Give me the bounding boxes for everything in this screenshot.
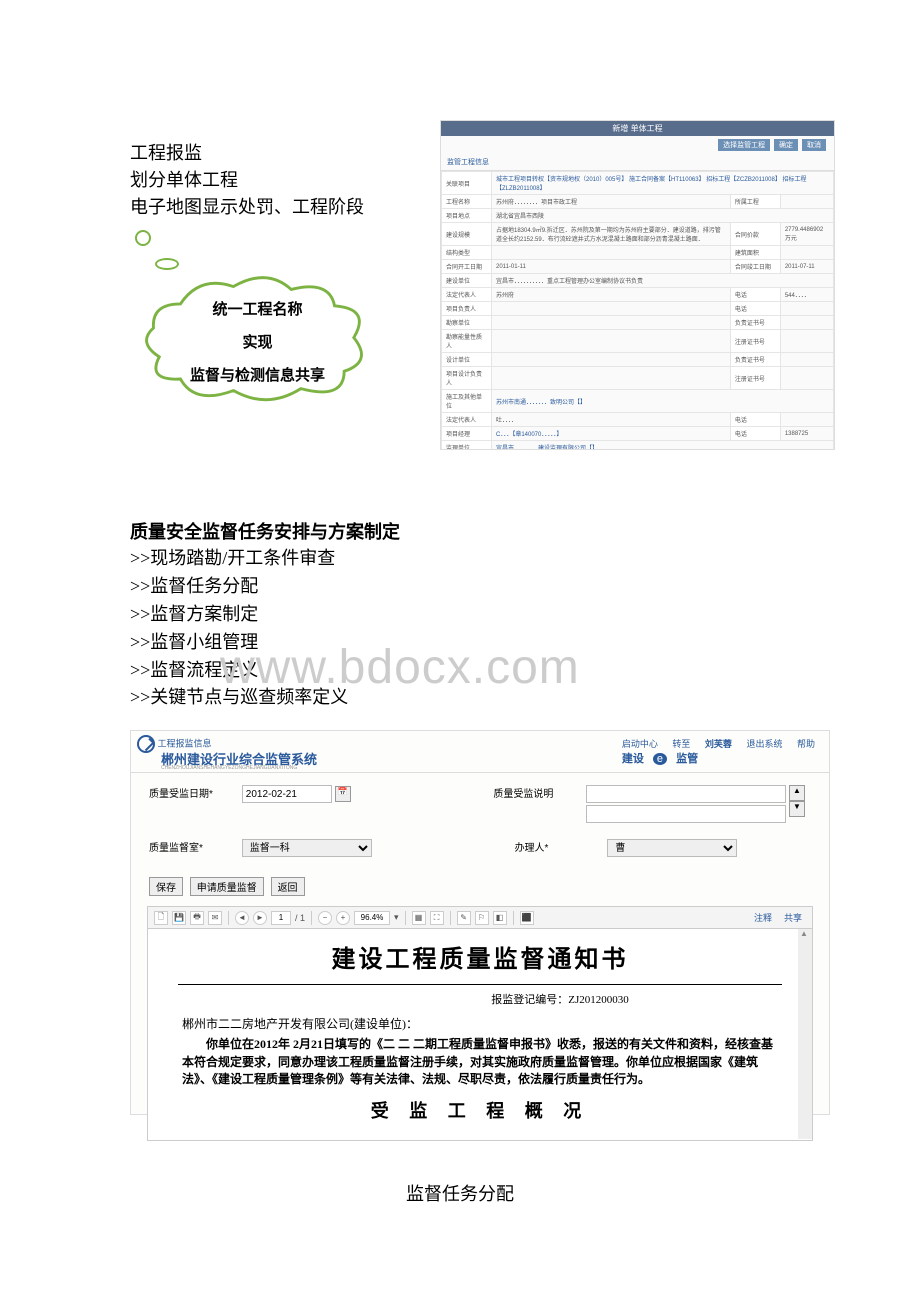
- cloud-shape: 统一工程名称 实现 监督与检测信息共享: [140, 275, 375, 405]
- select-project-button[interactable]: 选择监管工程: [718, 139, 770, 151]
- save-button[interactable]: 保存: [149, 877, 183, 896]
- list-item: >>监督流程定义: [130, 657, 348, 685]
- section-supervise-info: 监管工程信息: [441, 154, 834, 171]
- pdf-viewer: 🗋 💾 🖶 ✉ ◄ ► / 1 − + ▾ ▦ ⛶ ✎ ⚐ ◧: [147, 906, 813, 1141]
- project-overview-heading: 受 监 工 程 概 况: [178, 1097, 782, 1123]
- handler-select[interactable]: 曹: [607, 839, 737, 857]
- nav-help[interactable]: 帮助: [797, 739, 815, 749]
- zoom-out-icon[interactable]: −: [318, 911, 332, 925]
- bubble-line-2: 实现: [140, 326, 375, 359]
- list-item: >>监督方案制定: [130, 601, 348, 629]
- fullscreen-icon[interactable]: ⬛: [520, 911, 534, 925]
- dropdown-icon[interactable]: ▾: [394, 912, 399, 923]
- supervise-date-label: 质量受监日期*: [149, 785, 239, 800]
- registration-number: 报监登记编号：ZJ201200030: [178, 991, 782, 1007]
- next-page-icon[interactable]: ►: [253, 911, 267, 925]
- prev-page-icon[interactable]: ◄: [235, 911, 249, 925]
- stamp-icon[interactable]: ◧: [493, 911, 507, 925]
- mail-icon[interactable]: ✉: [208, 911, 222, 925]
- page-total: / 1: [295, 913, 305, 923]
- file-icon[interactable]: 🗋: [154, 911, 168, 925]
- supervise-desc-input-1[interactable]: [586, 785, 786, 803]
- pdf-toolbar: 🗋 💾 🖶 ✉ ◄ ► / 1 − + ▾ ▦ ⛶ ✎ ⚐ ◧: [148, 907, 812, 929]
- intro-line-2: 划分单体工程: [130, 167, 364, 194]
- bubble-dot-icon: [155, 258, 179, 270]
- zoom-input[interactable]: [354, 911, 390, 925]
- annotate-link[interactable]: 注释: [754, 911, 772, 924]
- handler-label: 办理人*: [515, 839, 605, 854]
- window-title: 新增 单体工程: [441, 121, 834, 136]
- zoom-in-icon[interactable]: +: [336, 911, 350, 925]
- supervise-desc-input-2[interactable]: [586, 805, 786, 823]
- bubble-line-3: 监督与检测信息共享: [140, 359, 375, 392]
- page-current-input[interactable]: [271, 911, 291, 925]
- fit-page-icon[interactable]: ▦: [412, 911, 426, 925]
- scroll-down-icon[interactable]: ▼: [789, 801, 805, 817]
- figure-caption: 监督任务分配: [0, 1180, 920, 1206]
- badge-text: 工程报监信息: [158, 738, 212, 748]
- list-item: >>现场踏勘/开工条件审查: [130, 545, 348, 573]
- calendar-icon[interactable]: 📅: [335, 786, 351, 802]
- section-heading: 质量安全监督任务安排与方案制定: [130, 518, 400, 544]
- bubble-line-1: 统一工程名称: [140, 293, 375, 326]
- supervise-date-input[interactable]: [242, 785, 332, 803]
- notice-title: 建设工程质量监督通知书: [178, 939, 782, 974]
- return-button[interactable]: 返回: [271, 877, 305, 896]
- scroll-up-icon[interactable]: ▲: [789, 785, 805, 801]
- list-item: >>监督任务分配: [130, 573, 348, 601]
- nav-username: 刘芙蓉: [705, 739, 732, 749]
- list-item: >>关键节点与巡查频率定义: [130, 684, 348, 712]
- save-icon[interactable]: 💾: [172, 911, 186, 925]
- bubble-dot-icon: [135, 230, 151, 246]
- intro-lines: 工程报监 划分单体工程 电子地图显示处罚、工程阶段: [130, 140, 364, 221]
- system-pinyin: CHENZHOUJIANSHEHANGYEZONGHEJIANGUANXITON…: [161, 765, 297, 771]
- notice-paragraph: 你单位在2012年 2月21日填写的《二 二 二期工程质量监督申报书》收悉，报送…: [178, 1036, 782, 1088]
- supervise-dept-label: 质量监督室*: [149, 839, 239, 854]
- confirm-button[interactable]: 确定: [774, 139, 798, 151]
- share-link[interactable]: 共享: [784, 911, 802, 924]
- annotate-icon[interactable]: ✎: [457, 911, 471, 925]
- fit-width-icon[interactable]: ⛶: [430, 911, 444, 925]
- highlight-icon[interactable]: ⚐: [475, 911, 489, 925]
- task-bullet-list: >>现场踏勘/开工条件审查 >>监督任务分配 >>监督方案制定 >>监督小组管理…: [130, 545, 348, 712]
- addressee: 郴州市二二房地产开发有限公司(建设单位)：: [178, 1015, 782, 1032]
- screenshot-new-single-project: 新增 单体工程 选择监管工程 确定 取消 监管工程信息 关联项目城市工程项目转权…: [440, 120, 835, 450]
- supervise-desc-label: 质量受监说明: [493, 785, 583, 800]
- list-item: >>监督小组管理: [130, 629, 348, 657]
- intro-line-3: 电子地图显示处罚、工程阶段: [130, 194, 364, 221]
- print-icon[interactable]: 🖶: [190, 911, 204, 925]
- nav-goto[interactable]: 转至: [672, 739, 690, 749]
- cancel-button[interactable]: 取消: [802, 139, 826, 151]
- apply-supervise-button[interactable]: 申请质量监督: [190, 877, 264, 896]
- nav-start-center[interactable]: 启动中心: [622, 739, 658, 749]
- screenshot-supervision-system: 工程报监信息 郴州建设行业综合监管系统 CHENZHOUJIANSHEHANGY…: [130, 730, 830, 1115]
- check-circle-icon: [137, 735, 155, 753]
- intro-line-1: 工程报监: [130, 140, 364, 167]
- nav-logout[interactable]: 退出系统: [746, 739, 782, 749]
- project-info-table: 关联项目城市工程项目转权【资市规地权（2010）005号】 施工合同备案【HT1…: [441, 171, 834, 450]
- supervise-dept-select[interactable]: 监督一科: [242, 839, 372, 857]
- e-logo-icon: e: [653, 753, 667, 765]
- scrollbar[interactable]: [798, 929, 812, 1139]
